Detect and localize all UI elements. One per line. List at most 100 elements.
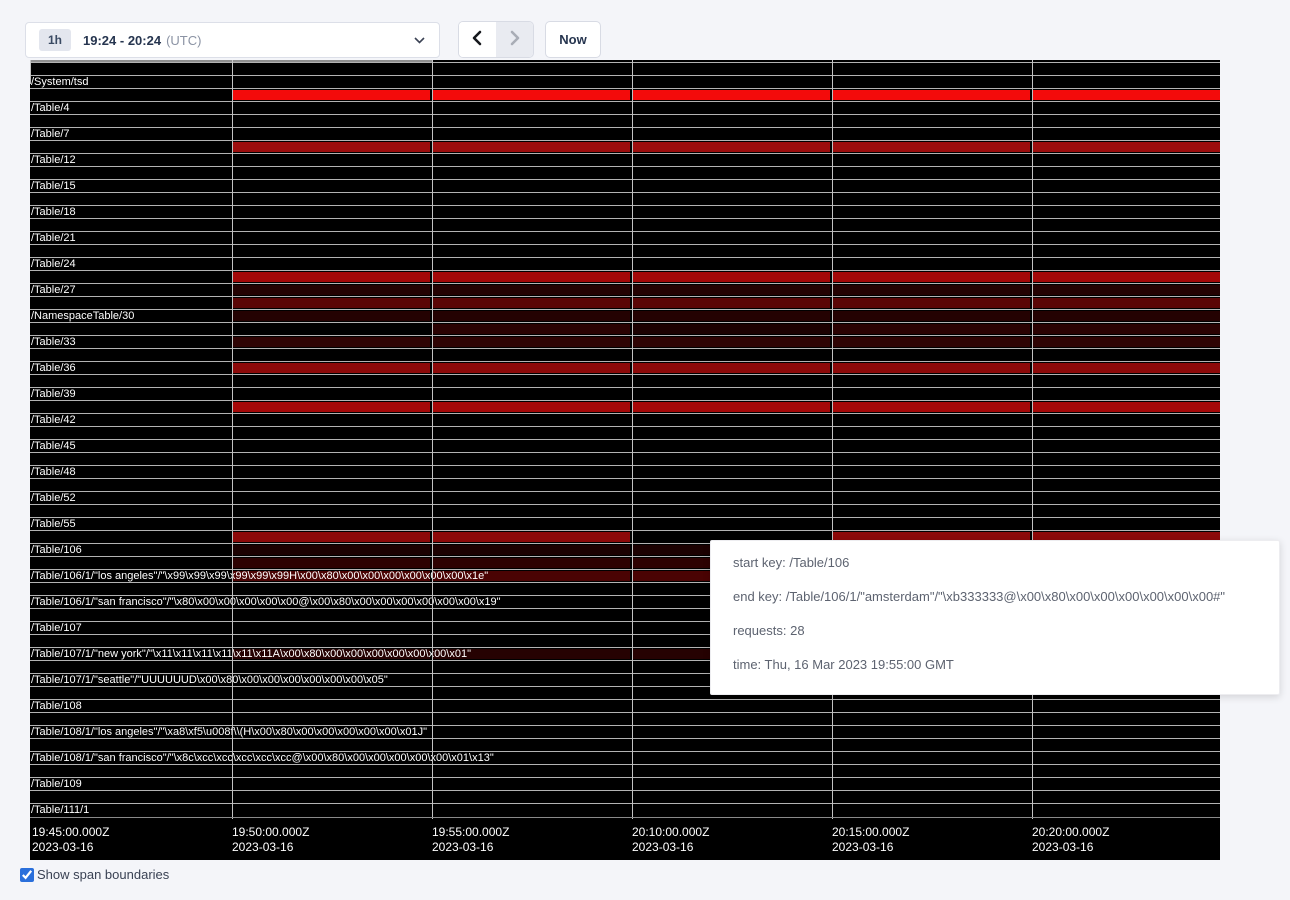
row-label: /Table/45 <box>31 440 76 452</box>
heatmap-row[interactable] <box>30 114 1220 127</box>
time-range-selector[interactable]: 1h 19:24 - 20:24 (UTC) <box>25 22 440 58</box>
heatmap-row[interactable] <box>30 322 1220 335</box>
show-span-boundaries-label: Show span boundaries <box>37 867 169 882</box>
heatmap-row[interactable] <box>30 270 1220 283</box>
heatmap-row[interactable]: /Table/24 <box>30 257 1220 270</box>
heatmap-row[interactable]: /Table/39 <box>30 387 1220 400</box>
heat-band <box>232 363 430 373</box>
axis-tick-date: 2023-03-16 <box>832 840 909 855</box>
heat-band <box>632 324 830 334</box>
heatmap-row[interactable]: /Table/36 <box>30 361 1220 374</box>
axis-tick-date: 2023-03-16 <box>32 840 109 855</box>
heatmap-row[interactable] <box>30 88 1220 101</box>
heat-band <box>232 142 430 152</box>
heatmap-row[interactable] <box>30 400 1220 413</box>
heat-band <box>832 272 1030 282</box>
heatmap-row[interactable] <box>30 738 1220 751</box>
heatmap-row[interactable]: /Table/18 <box>30 205 1220 218</box>
heat-band <box>432 142 630 152</box>
prev-time-button[interactable] <box>459 22 496 57</box>
heat-band <box>1032 142 1220 152</box>
heat-band <box>632 311 830 321</box>
heatmap-row[interactable]: /Table/111/1 <box>30 803 1220 816</box>
tooltip-requests: requests: 28 <box>733 624 1279 638</box>
heatmap-row[interactable]: /Table/48 <box>30 465 1220 478</box>
heatmap-row[interactable]: /Table/12 <box>30 153 1220 166</box>
heatmap-row[interactable] <box>30 192 1220 205</box>
heat-band <box>832 285 1030 295</box>
now-button[interactable]: Now <box>545 21 601 58</box>
heat-band <box>232 298 430 308</box>
row-label: /Table/106/1/"san francisco"/"\x80\x00\x… <box>31 596 501 608</box>
axis-tick-time: 19:55:00.000Z <box>432 825 509 840</box>
heat-band <box>832 142 1030 152</box>
heatmap-row[interactable] <box>30 790 1220 803</box>
heat-band <box>832 324 1030 334</box>
heatmap-row[interactable]: /Table/109 <box>30 777 1220 790</box>
heatmap-row[interactable] <box>30 764 1220 777</box>
heat-band <box>632 363 830 373</box>
heatmap-row[interactable] <box>30 712 1220 725</box>
heatmap-row[interactable] <box>30 296 1220 309</box>
row-label: /Table/108/1/"san francisco"/"\x8c\xcc\x… <box>31 752 494 764</box>
heatmap-row[interactable]: /Table/108/1/"los angeles"/"\xa8\xf5\u00… <box>30 725 1220 738</box>
row-label: /NamespaceTable/30 <box>31 310 134 322</box>
heat-band <box>632 285 830 295</box>
heatmap-row[interactable]: /Table/15 <box>30 179 1220 192</box>
heatmap-row[interactable]: /Table/108 <box>30 699 1220 712</box>
row-label: /Table/48 <box>31 466 76 478</box>
time-range-label: 19:24 - 20:24 <box>83 33 161 48</box>
heat-band <box>632 298 830 308</box>
gridline-vertical-edge <box>30 60 31 84</box>
gridline-vertical <box>832 60 833 819</box>
heatmap-row[interactable]: /Table/45 <box>30 439 1220 452</box>
heatmap-row[interactable] <box>30 374 1220 387</box>
heat-band <box>432 337 630 347</box>
heatmap-row[interactable]: /Table/7 <box>30 127 1220 140</box>
heatmap-row[interactable] <box>30 452 1220 465</box>
heatmap-row[interactable] <box>30 426 1220 439</box>
row-label: /Table/42 <box>31 414 76 426</box>
heatmap-row[interactable] <box>30 166 1220 179</box>
row-label: /System/tsd <box>31 76 88 88</box>
heatmap-row[interactable]: /Table/27 <box>30 283 1220 296</box>
heat-band <box>432 285 630 295</box>
row-label: /Table/52 <box>31 492 76 504</box>
row-label: /Table/18 <box>31 206 76 218</box>
row-label: /Table/39 <box>31 388 76 400</box>
heat-band <box>232 558 430 568</box>
heatmap-row[interactable] <box>30 140 1220 153</box>
heatmap-row[interactable] <box>30 348 1220 361</box>
heat-band <box>232 545 430 555</box>
heatmap-row[interactable]: /Table/55 <box>30 517 1220 530</box>
heatmap-row[interactable]: /System/tsd <box>30 75 1220 88</box>
show-span-boundaries-checkbox[interactable] <box>20 868 34 882</box>
heatmap-row[interactable]: /Table/33 <box>30 335 1220 348</box>
heatmap-row[interactable] <box>30 218 1220 231</box>
heat-band <box>832 402 1030 412</box>
heatmap-row[interactable]: /Table/52 <box>30 491 1220 504</box>
heatmap-row[interactable]: /Table/108/1/"san francisco"/"\x8c\xcc\x… <box>30 751 1220 764</box>
heatmap-row[interactable] <box>30 504 1220 517</box>
heat-band <box>1032 311 1220 321</box>
heatmap-row[interactable] <box>30 478 1220 491</box>
heat-band <box>432 311 630 321</box>
key-visualizer-canvas[interactable]: /System/tsd/Table/4/Table/7/Table/12/Tab… <box>30 60 1220 860</box>
gridline-vertical <box>632 60 633 819</box>
heat-band <box>832 90 1030 100</box>
heat-band <box>232 285 430 295</box>
axis-tick-date: 2023-03-16 <box>1032 840 1109 855</box>
axis-tick-date: 2023-03-16 <box>232 840 309 855</box>
heatmap-row[interactable]: /NamespaceTable/30 <box>30 309 1220 322</box>
heatmap-row[interactable] <box>30 62 1220 75</box>
row-label: /Table/107/1/"seattle"/"UUUUUUD\x00\x80\… <box>31 674 388 686</box>
heatmap-row[interactable]: /Table/42 <box>30 413 1220 426</box>
heatmap-row[interactable]: /Table/4 <box>30 101 1220 114</box>
heat-band <box>232 532 430 542</box>
heat-band <box>432 402 630 412</box>
heatmap-row[interactable] <box>30 244 1220 257</box>
heatmap-row[interactable]: /Table/21 <box>30 231 1220 244</box>
next-time-button[interactable] <box>496 22 533 57</box>
axis-tick-time: 20:20:00.000Z <box>1032 825 1109 840</box>
heat-band <box>1032 272 1220 282</box>
